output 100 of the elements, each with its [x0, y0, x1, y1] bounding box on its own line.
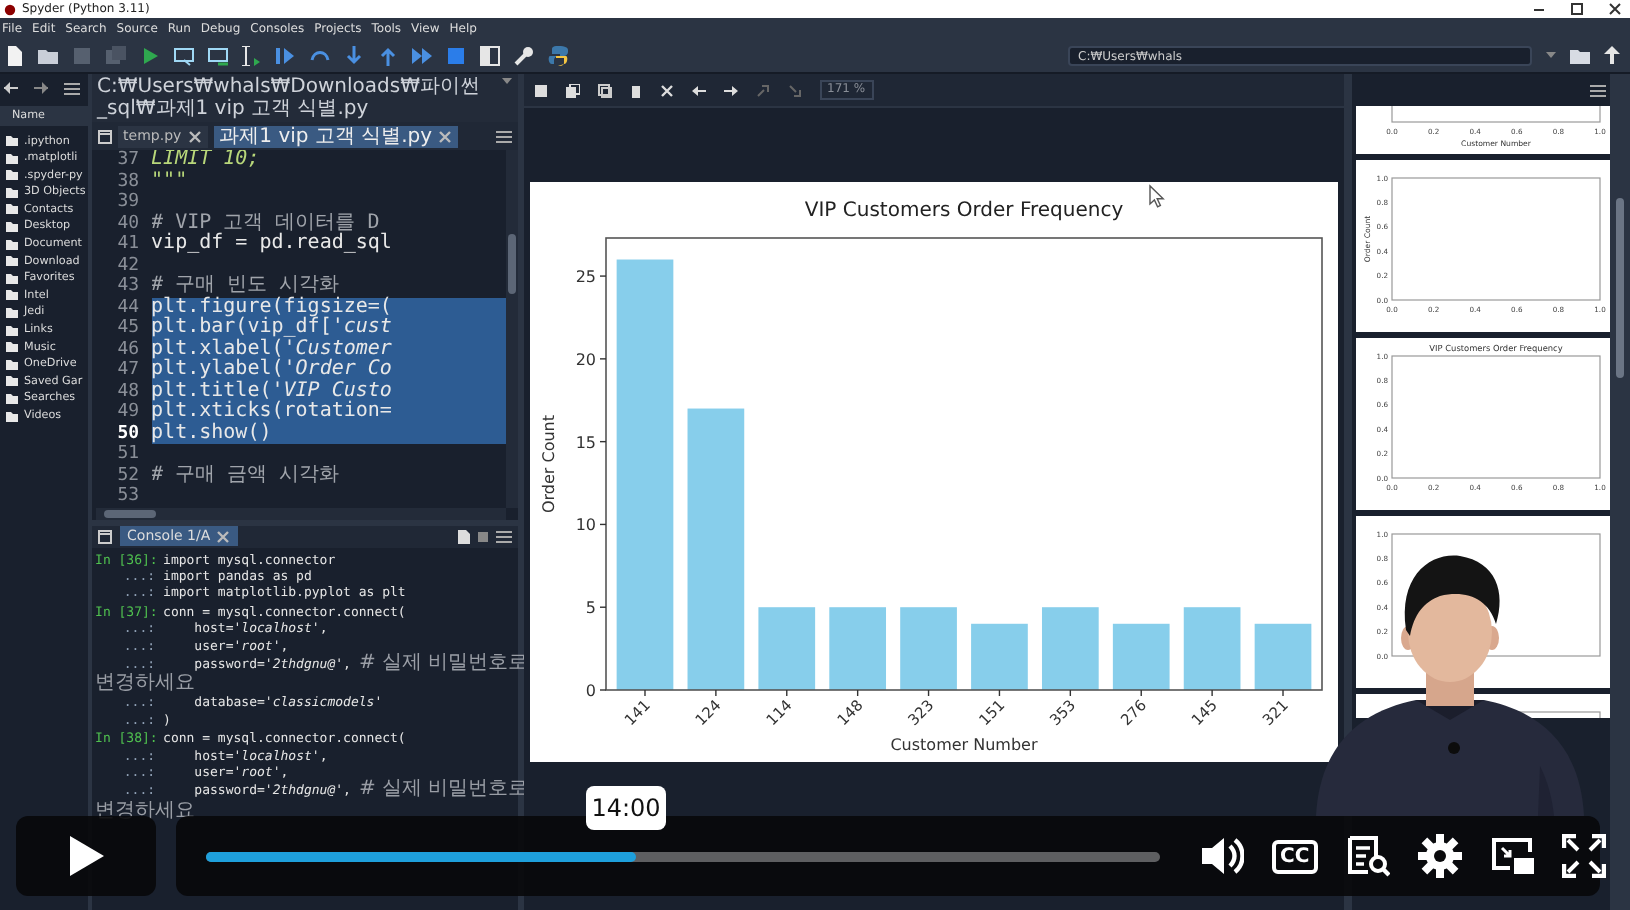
line-number: 41 — [115, 234, 140, 255]
maximize-icon[interactable] — [1570, 2, 1584, 16]
line-number: 46 — [115, 339, 140, 360]
right-arrow-icon[interactable] — [723, 85, 738, 95]
window-icon[interactable] — [97, 529, 112, 543]
time-tooltip: 14:00 — [586, 786, 666, 830]
bar — [1041, 607, 1098, 690]
bar — [1182, 607, 1240, 690]
trash-icon[interactable] — [629, 83, 642, 97]
stop-icon[interactable] — [446, 45, 466, 65]
volume-icon[interactable] — [1200, 834, 1244, 878]
y-tick-label: 10 — [574, 516, 596, 535]
miniplayer-icon[interactable] — [1489, 834, 1534, 878]
code-comment: # 실제 비밀번호로 — [358, 780, 529, 802]
line-number: 39 — [115, 192, 140, 213]
code-line: """ — [151, 169, 188, 191]
page-icon[interactable] — [457, 529, 470, 543]
step-over-icon[interactable] — [310, 45, 330, 65]
editor-tab[interactable]: 과제1 vip 고객 식별.py — [213, 125, 459, 147]
code-line: plt.title('VIP Custo — [151, 379, 392, 401]
open-folder-icon[interactable] — [38, 45, 58, 65]
chart-title: VIP Customers Order Frequency — [803, 200, 1123, 222]
copy-icon[interactable] — [597, 83, 612, 97]
bar — [1111, 623, 1169, 690]
up-arrow-icon[interactable] — [1604, 46, 1620, 64]
play-icon — [66, 834, 106, 878]
line-number: 40 — [115, 213, 140, 234]
code-line: plt.ylabel('Order Co — [151, 358, 392, 380]
scrollbar[interactable] — [95, 507, 506, 519]
bar — [1253, 623, 1311, 690]
code-line: plt.figure(figsize=( — [151, 295, 392, 317]
run-cell-advance-icon[interactable] — [208, 45, 228, 65]
axis-title: Order Count — [539, 414, 558, 514]
wrench-icon[interactable] — [514, 45, 534, 65]
run-cell-icon[interactable] — [174, 45, 194, 65]
line-number: 45 — [115, 318, 140, 339]
line-number: 48 — [115, 381, 140, 402]
axis-title: Customer Number — [889, 736, 1037, 754]
line-number: 53 — [115, 486, 140, 507]
line-number: 43 — [115, 276, 140, 297]
menu-icon[interactable] — [495, 529, 512, 543]
line-number: 49 — [115, 402, 140, 423]
save-icon[interactable] — [533, 83, 548, 97]
back-arrow-icon[interactable] — [4, 82, 18, 94]
bar — [899, 607, 956, 690]
y-tick-label: 20 — [574, 350, 596, 369]
code-comment: 변경하세요 — [95, 674, 196, 695]
code-line: vip_df = pd.read_sql — [151, 232, 392, 254]
bar — [757, 607, 815, 690]
code-line: # 구매 빈도 시각화 — [151, 274, 340, 296]
play-button[interactable] — [16, 816, 156, 896]
code-line: plt.bar(vip_df['cust — [151, 316, 392, 338]
save-all-icon[interactable] — [565, 83, 580, 97]
debug-icon[interactable] — [276, 45, 296, 65]
run-selection-icon[interactable] — [242, 45, 262, 65]
forward-arrow-icon[interactable] — [34, 82, 48, 94]
continue-icon[interactable] — [412, 45, 432, 65]
new-file-icon[interactable] — [4, 45, 24, 65]
zoom-in-icon[interactable] — [755, 83, 770, 97]
code-comment: # 실제 비밀번호로 — [358, 653, 529, 675]
menu-icon[interactable] — [64, 81, 80, 95]
progress-bar[interactable] — [206, 851, 1160, 861]
maximize-pane-icon[interactable] — [480, 45, 500, 65]
zoom-out-icon[interactable] — [787, 83, 802, 97]
line-number: 38 — [115, 171, 140, 192]
line-number: 51 — [115, 444, 140, 465]
step-into-icon[interactable] — [344, 45, 364, 65]
play-icon[interactable] — [140, 45, 160, 65]
left-arrow-icon[interactable] — [691, 85, 706, 95]
code-comment: 변경하세요 — [95, 801, 196, 822]
bar — [828, 607, 886, 690]
line-number: 52 — [115, 465, 140, 486]
menu-icon[interactable] — [1590, 83, 1607, 97]
square-icon[interactable] — [477, 531, 488, 541]
scrollbar[interactable] — [505, 150, 518, 507]
y-tick-label: 25 — [574, 268, 596, 287]
y-tick-label: 5 — [584, 599, 596, 618]
line-number: 42 — [115, 255, 140, 276]
fullscreen-icon[interactable] — [1561, 834, 1606, 878]
window-icon[interactable] — [97, 129, 112, 143]
folder-icon[interactable] — [1570, 47, 1590, 63]
captions-button[interactable]: CC — [1272, 839, 1318, 873]
bar — [970, 623, 1027, 690]
code-line: plt.show() — [151, 421, 272, 443]
logo-icon[interactable] — [548, 45, 568, 65]
transcript-icon[interactable] — [1345, 834, 1390, 878]
settings-icon[interactable] — [1417, 834, 1462, 878]
line-number: 37 — [115, 150, 140, 171]
y-tick-label: 0 — [584, 682, 596, 700]
app-logo-icon — [4, 3, 16, 15]
code-line: # 구매 금액 시각화 — [151, 463, 340, 485]
line-number: 47 — [115, 360, 140, 381]
close-icon[interactable] — [1608, 2, 1622, 16]
menu-icon[interactable] — [495, 129, 512, 143]
close-icon[interactable] — [187, 129, 202, 143]
code-line: plt.xticks(rotation= — [151, 400, 392, 422]
caret-icon[interactable] — [1546, 50, 1556, 60]
line-number: 50 — [115, 423, 140, 444]
step-return-icon[interactable] — [378, 45, 398, 65]
y-tick-label: 15 — [574, 433, 596, 452]
